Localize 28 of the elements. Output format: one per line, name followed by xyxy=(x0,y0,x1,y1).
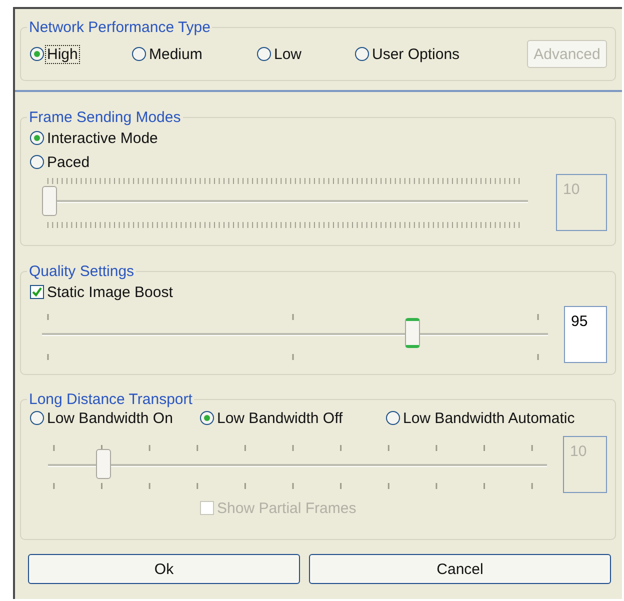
group-title: Quality Settings xyxy=(28,263,136,280)
slider-thumb[interactable] xyxy=(405,318,420,348)
group-title: Network Performance Type xyxy=(28,19,212,36)
checkbox-label[interactable]: Static Image Boost xyxy=(46,284,174,300)
radio-label[interactable]: Low xyxy=(273,46,303,62)
radio-label[interactable]: Low Bandwidth Off xyxy=(216,410,344,426)
value-field[interactable]: 95 xyxy=(564,306,607,363)
radio-label[interactable]: Paced xyxy=(46,154,91,170)
radio-label[interactable]: Interactive Mode xyxy=(46,130,159,146)
radio-button[interactable] xyxy=(30,131,44,145)
radio-button[interactable] xyxy=(386,411,400,425)
checkbox[interactable] xyxy=(30,285,44,299)
ok-button[interactable]: Ok xyxy=(28,554,300,584)
radio-button[interactable] xyxy=(30,47,44,61)
radio-label[interactable]: Low Bandwidth On xyxy=(46,410,174,426)
radio-button[interactable] xyxy=(200,411,214,425)
radio-button[interactable] xyxy=(30,411,44,425)
cancel-button[interactable]: Cancel xyxy=(309,554,611,584)
group-title: Long Distance Transport xyxy=(28,391,194,408)
radio-button[interactable] xyxy=(355,47,369,61)
radio-label[interactable]: Medium xyxy=(148,46,204,62)
radio-label[interactable]: Low Bandwidth Automatic xyxy=(402,410,576,426)
radio-button[interactable] xyxy=(257,47,271,61)
group-title: Frame Sending Modes xyxy=(28,109,182,126)
radio-label[interactable]: User Options xyxy=(371,46,461,62)
radio-button[interactable] xyxy=(132,47,146,61)
radio-button[interactable] xyxy=(30,155,44,169)
radio-label[interactable]: High xyxy=(46,46,79,62)
